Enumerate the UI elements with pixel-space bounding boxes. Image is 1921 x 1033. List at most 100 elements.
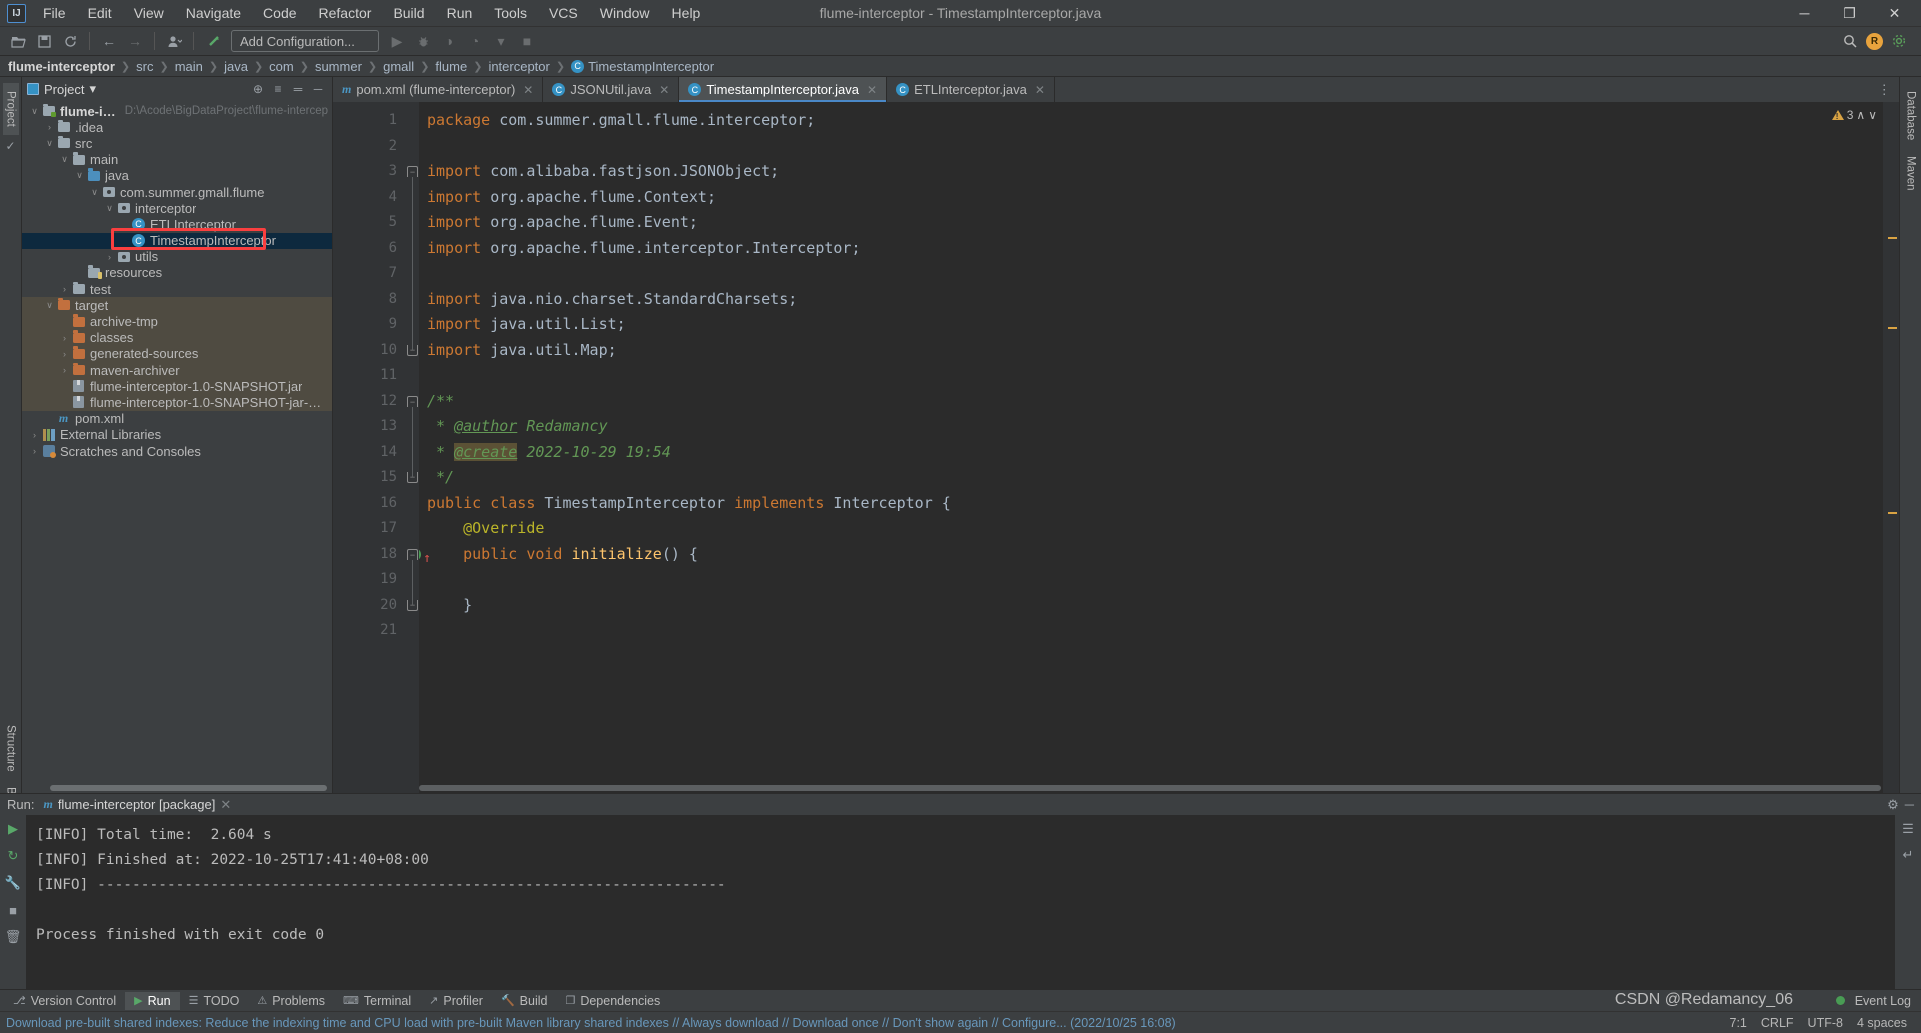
run-button-icon[interactable]: ▶ bbox=[385, 29, 409, 53]
save-icon[interactable] bbox=[32, 29, 56, 53]
breadcrumb-item-com[interactable]: com bbox=[269, 59, 294, 74]
tree-node[interactable]: archive-tmp bbox=[22, 313, 332, 330]
tool-window-tab[interactable]: ☰ TODO bbox=[180, 992, 249, 1010]
tree-expand-arrow[interactable]: › bbox=[28, 446, 41, 456]
sync-icon[interactable] bbox=[58, 29, 82, 53]
editor-horizontal-scrollbar[interactable] bbox=[419, 785, 1881, 791]
rerun-failed-icon[interactable]: ↻ bbox=[4, 847, 22, 865]
tree-expand-arrow[interactable]: › bbox=[58, 349, 71, 359]
commit-icon[interactable]: ✓ bbox=[2, 139, 20, 153]
tree-expand-arrow[interactable]: ∨ bbox=[103, 203, 116, 214]
code-folding-column[interactable]: − − − − − − bbox=[405, 102, 419, 793]
menu-vcs[interactable]: VCS bbox=[538, 2, 589, 24]
tree-expand-arrow[interactable]: ∨ bbox=[58, 154, 71, 165]
settings-gear-icon[interactable] bbox=[1887, 29, 1911, 53]
editor-tab[interactable]: C JSONUtil.java ✕ bbox=[543, 77, 680, 102]
maximize-button[interactable]: ❐ bbox=[1827, 0, 1872, 27]
tree-node[interactable]: ∨ main bbox=[22, 152, 332, 168]
indent-setting[interactable]: 4 spaces bbox=[1857, 1016, 1907, 1030]
tree-expand-arrow[interactable]: ∨ bbox=[73, 170, 86, 181]
tree-expand-arrow[interactable]: › bbox=[28, 430, 41, 440]
breadcrumb-item-interceptor[interactable]: interceptor bbox=[488, 59, 549, 74]
forward-arrow-icon[interactable]: → bbox=[123, 29, 147, 53]
editor-tab[interactable]: C TimestampInterceptor.java ✕ bbox=[679, 77, 888, 102]
run-configuration-tab[interactable]: m flume-interceptor [package] ✕ bbox=[43, 797, 231, 813]
tree-node[interactable]: ∨ com.summer.gmall.flume bbox=[22, 184, 332, 200]
code-content[interactable]: package com.summer.gmall.flume.intercept… bbox=[419, 102, 1883, 793]
console-output[interactable]: [INFO] Total time: 2.604 s [INFO] Finishe… bbox=[26, 815, 1895, 989]
tree-node[interactable]: › classes bbox=[22, 329, 332, 346]
inspection-status-badge[interactable]: 3 ∧ ∨ bbox=[1831, 108, 1877, 122]
breadcrumb-item-summer[interactable]: summer bbox=[315, 59, 362, 74]
tree-expand-arrow[interactable]: › bbox=[43, 122, 56, 132]
chevron-down-icon[interactable]: ▾ bbox=[489, 29, 513, 53]
sidebar-item-maven[interactable]: Maven bbox=[1903, 148, 1919, 199]
close-button[interactable]: ✕ bbox=[1872, 0, 1917, 27]
event-log-group[interactable]: Event Log bbox=[1835, 994, 1921, 1008]
sidebar-item-database[interactable]: Database bbox=[1903, 83, 1919, 148]
tree-expand-arrow[interactable]: › bbox=[58, 333, 71, 343]
tree-node[interactable]: › maven-archiver bbox=[22, 362, 332, 379]
run-configuration-selector[interactable]: Add Configuration... bbox=[231, 30, 379, 52]
tree-expand-arrow[interactable]: ∨ bbox=[88, 187, 101, 198]
tree-node[interactable]: resources bbox=[22, 265, 332, 281]
tool-window-tab[interactable]: ⚠ Problems bbox=[248, 992, 334, 1010]
tree-expand-arrow[interactable]: › bbox=[103, 252, 116, 262]
open-folder-icon[interactable] bbox=[6, 29, 30, 53]
tree-expand-arrow[interactable]: ∨ bbox=[43, 300, 56, 311]
tree-node[interactable]: C TimestampInterceptor bbox=[22, 232, 332, 249]
breadcrumb-item-src[interactable]: src bbox=[136, 59, 153, 74]
code-fold-handle[interactable]: − bbox=[407, 166, 418, 177]
menu-window[interactable]: Window bbox=[589, 2, 661, 24]
expand-all-icon[interactable]: ≡ bbox=[269, 80, 287, 98]
tree-node[interactable]: › External Libraries bbox=[22, 427, 332, 443]
tool-window-tab[interactable]: ⌨ Terminal bbox=[334, 992, 420, 1010]
tool-window-tab[interactable]: ❐ Dependencies bbox=[556, 992, 669, 1010]
tree-node[interactable]: flume-interceptor-1.0-SNAPSHOT-jar-with-… bbox=[22, 394, 332, 411]
settings-gear-icon[interactable]: ⚙ bbox=[1887, 797, 1899, 813]
wrap-lines-icon[interactable]: ↵ bbox=[1899, 846, 1917, 864]
close-icon[interactable]: ✕ bbox=[659, 83, 669, 97]
menu-view[interactable]: View bbox=[123, 2, 175, 24]
tree-node[interactable]: ∨ src bbox=[22, 135, 332, 151]
close-icon[interactable]: ✕ bbox=[867, 83, 877, 97]
scroll-from-source-icon[interactable]: ⊕ bbox=[249, 80, 267, 98]
stop-icon[interactable]: ■ bbox=[4, 901, 22, 919]
close-icon[interactable]: ✕ bbox=[523, 83, 533, 97]
tree-node[interactable]: ∨ java bbox=[22, 168, 332, 184]
tree-node[interactable]: › utils bbox=[22, 249, 332, 265]
stop-button-icon[interactable]: ■ bbox=[515, 29, 539, 53]
code-fold-handle[interactable]: − bbox=[407, 548, 418, 560]
chevron-down-icon[interactable]: ∨ bbox=[1868, 108, 1877, 122]
tree-node[interactable]: › test bbox=[22, 281, 332, 297]
line-separator[interactable]: CRLF bbox=[1761, 1016, 1794, 1030]
soft-wrap-icon[interactable]: ☰ bbox=[1899, 820, 1917, 838]
search-everywhere-icon[interactable] bbox=[1838, 29, 1862, 53]
menu-file[interactable]: File bbox=[32, 2, 77, 24]
update-project-icon[interactable] bbox=[201, 29, 225, 53]
debug-button-icon[interactable] bbox=[411, 29, 435, 53]
tool-window-tab[interactable]: ▶ Run bbox=[125, 991, 180, 1010]
profile-icon[interactable] bbox=[162, 29, 186, 53]
editor-gutter[interactable]: 123456789101112131415161718O↑192021 bbox=[333, 102, 431, 793]
caret-position[interactable]: 7:1 bbox=[1730, 1016, 1747, 1030]
tree-node[interactable]: m pom.xml bbox=[22, 411, 332, 427]
collapse-all-icon[interactable]: ═ bbox=[289, 80, 307, 98]
user-avatar[interactable]: R bbox=[1866, 32, 1883, 50]
code-fold-handle[interactable]: − bbox=[407, 395, 418, 407]
tree-expand-arrow[interactable]: › bbox=[58, 284, 71, 294]
menu-refactor[interactable]: Refactor bbox=[308, 2, 383, 24]
tree-node[interactable]: › generated-sources bbox=[22, 345, 332, 362]
chevron-up-icon[interactable]: ∧ bbox=[1856, 108, 1865, 122]
project-horizontal-scrollbar[interactable] bbox=[22, 782, 332, 793]
wrench-icon[interactable]: 🔧 bbox=[4, 874, 22, 892]
run-with-coverage-icon[interactable]: ◑ bbox=[437, 29, 461, 53]
breadcrumb-item-module[interactable]: flume-interceptor bbox=[8, 59, 115, 74]
breadcrumb-item-class[interactable]: TimestampInterceptor bbox=[588, 59, 714, 74]
tool-window-tab[interactable]: ↗ Profiler bbox=[420, 992, 492, 1010]
rerun-icon[interactable]: ▶ bbox=[4, 820, 22, 838]
menu-code[interactable]: Code bbox=[252, 2, 307, 24]
override-arrow-icon[interactable]: ↑ bbox=[423, 546, 431, 572]
tree-node[interactable]: C ETLInterceptor bbox=[22, 216, 332, 232]
breadcrumb-item-flume[interactable]: flume bbox=[435, 59, 467, 74]
